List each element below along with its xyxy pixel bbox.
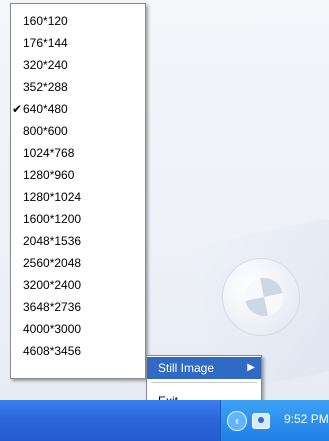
menu-item-label: 640*480 — [23, 102, 68, 116]
menu-item-800x600[interactable]: 800*600 — [11, 120, 145, 142]
menu-item-1600x1200[interactable]: 1600*1200 — [11, 208, 145, 230]
menu-item-1280x960[interactable]: 1280*960 — [11, 164, 145, 186]
back-arrow-icon[interactable]: ‹ — [227, 411, 247, 431]
menu-item-2048x1536[interactable]: 2048*1536 — [11, 230, 145, 252]
menu-item-label: 2560*2048 — [23, 256, 82, 270]
menu-item-label: 1280*1024 — [23, 190, 82, 204]
still-image-label: Still Image — [158, 361, 215, 375]
system-tray: ‹ 9:52 PM — [220, 400, 329, 441]
menu-item-label: 160*120 — [23, 14, 68, 28]
still-image-menu-item[interactable]: Still Image ▶ — [147, 357, 261, 379]
menu-item-2560x2048[interactable]: 2560*2048 — [11, 252, 145, 274]
menu-item-3200x2400[interactable]: 3200*2400 — [11, 274, 145, 296]
menu-item-label: 3648*2736 — [23, 300, 82, 314]
menu-item-label: 176*144 — [23, 36, 68, 50]
menu-item-label: 4000*3000 — [23, 322, 82, 336]
menu-item-4000x3000[interactable]: 4000*3000 — [11, 318, 145, 340]
menu-item-1280x1024[interactable]: 1280*1024 — [11, 186, 145, 208]
checkmark-icon: ✔ — [11, 102, 23, 116]
taskbar: ‹ 9:52 PM — [0, 400, 329, 441]
menu-item-3648x2736[interactable]: 3648*2736 — [11, 296, 145, 318]
menu-item-label: 4608*3456 — [23, 344, 82, 358]
menu-item-label: 1600*1200 — [23, 212, 82, 226]
menu-item-640x480[interactable]: ✔ 640*480 — [11, 98, 145, 120]
menu-item-label: 320*240 — [23, 58, 68, 72]
camera-icon[interactable] — [252, 413, 270, 429]
menu-item-label: 1024*768 — [23, 146, 75, 160]
resolution-menu: 160*120 176*144 320*240 352*288 ✔ 640*48… — [10, 3, 146, 379]
menu-item-160x120[interactable]: 160*120 — [11, 10, 145, 32]
menu-item-1024x768[interactable]: 1024*768 — [11, 142, 145, 164]
menu-item-label: 352*288 — [23, 80, 68, 94]
menu-separator — [151, 382, 257, 383]
menu-item-320x240[interactable]: 320*240 — [11, 54, 145, 76]
menu-item-4608x3456[interactable]: 4608*3456 — [11, 340, 145, 362]
menu-item-label: 2048*1536 — [23, 234, 82, 248]
menu-item-label: 800*600 — [23, 124, 68, 138]
menu-item-176x144[interactable]: 176*144 — [11, 32, 145, 54]
tray-clock[interactable]: 9:52 PM — [284, 412, 329, 426]
menu-item-label: 3200*2400 — [23, 278, 82, 292]
submenu-arrow-icon: ▶ — [247, 362, 255, 373]
menu-item-label: 1280*960 — [23, 168, 75, 182]
menu-item-352x288[interactable]: 352*288 — [11, 76, 145, 98]
